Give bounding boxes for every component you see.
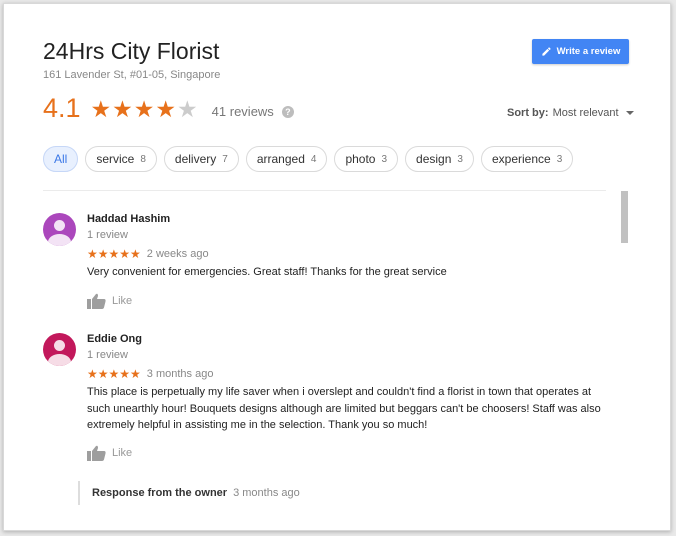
chip-service[interactable]: service 8 (85, 146, 157, 172)
rating-value: 4.1 (43, 93, 81, 123)
chip-count: 8 (140, 153, 146, 165)
chip-label: design (416, 152, 452, 166)
topic-filter-chips: All service 8 delivery 7 arranged 4 phot… (43, 146, 574, 172)
reviewer-name[interactable]: Haddad Hashim (87, 213, 170, 225)
chip-count: 3 (556, 153, 563, 165)
review-text: Very convenient for emergencies. Great s… (87, 266, 447, 278)
avatar[interactable] (43, 213, 76, 246)
pencil-icon (542, 47, 551, 56)
chip-delivery[interactable]: delivery 7 (163, 146, 239, 172)
review-item: Eddie Ong 1 review ★★★★★ 3 months ago Th… (43, 333, 613, 473)
write-review-label: Write a review (556, 46, 621, 57)
sort-label: Sort by: (507, 107, 549, 119)
scrollbar-thumb[interactable] (621, 191, 628, 243)
chip-label: delivery (174, 152, 217, 166)
star-icon: ★ (155, 96, 177, 122)
reviews-dialog: 24Hrs City Florist 161 Lavender St, #01-… (3, 3, 671, 531)
star-empty-icon: ★ (177, 96, 198, 122)
avatar-head (54, 340, 65, 351)
reviewer-review-count: 1 review (87, 349, 128, 361)
review-item: Haddad Hashim 1 review ★★★★★ 2 weeks ago… (43, 213, 613, 313)
avatar-head (54, 220, 65, 231)
like-button[interactable]: Like (87, 293, 132, 309)
review-stars: ★★★★★ (87, 247, 141, 261)
chip-count: 4 (310, 153, 317, 165)
owner-response-label: Response from the owner (92, 487, 228, 499)
thumbs-up-icon (87, 445, 106, 461)
rating-summary: 4.1 ★ ★ ★ ★ ★ 41 reviews ? (43, 93, 294, 124)
rating-stars: ★ ★ ★ ★ ★ (91, 98, 198, 121)
chip-count: 3 (457, 153, 463, 165)
thumbs-up-icon (87, 293, 106, 309)
review-meta: ★★★★★ 3 months ago (87, 367, 213, 381)
star-icon: ★ (133, 96, 155, 122)
avatar[interactable] (43, 333, 76, 366)
business-name: 24Hrs City Florist (43, 38, 220, 64)
reviewer-review-count: 1 review (87, 229, 128, 241)
chip-photo[interactable]: photo 3 (334, 146, 399, 172)
business-address: 161 Lavender St, #01-05, Singapore (43, 69, 221, 81)
chip-label: arranged (256, 152, 305, 166)
like-button[interactable]: Like (87, 445, 132, 461)
review-date: 3 months ago (146, 368, 214, 380)
chip-count: 7 (222, 153, 228, 165)
sort-value: Most relevant (552, 107, 619, 119)
like-label: Like (112, 447, 133, 459)
chip-label: All (54, 152, 68, 166)
divider (43, 190, 606, 191)
chip-experience[interactable]: experience 3 (480, 146, 574, 172)
chip-label: photo (345, 152, 376, 166)
chip-all[interactable]: All (43, 146, 79, 172)
owner-response: Response from the owner 3 months ago (78, 481, 300, 505)
help-icon[interactable]: ? (281, 105, 294, 118)
sort-dropdown[interactable]: Sort by: Most relevant (507, 107, 634, 119)
reviewer-name[interactable]: Eddie Ong (87, 333, 142, 345)
chip-arranged[interactable]: arranged 4 (245, 146, 328, 172)
review-stars: ★★★★★ (87, 367, 141, 381)
chip-label: service (96, 152, 135, 166)
review-text: This place is perpetually my life saver … (87, 386, 601, 431)
review-date: 2 weeks ago (146, 248, 209, 260)
chip-design[interactable]: design 3 (405, 146, 474, 172)
avatar-body (48, 234, 71, 246)
chip-count: 3 (381, 153, 388, 165)
review-count: 41 reviews (211, 104, 274, 119)
star-icon: ★ (90, 96, 112, 122)
chip-label: experience (491, 152, 551, 166)
like-label: Like (112, 295, 133, 307)
review-meta: ★★★★★ 2 weeks ago (87, 247, 209, 261)
write-review-button[interactable]: Write a review (532, 39, 629, 64)
star-icon: ★ (112, 96, 133, 122)
caret-down-icon (625, 111, 634, 115)
avatar-body (48, 354, 71, 366)
owner-response-date: 3 months ago (233, 487, 300, 499)
